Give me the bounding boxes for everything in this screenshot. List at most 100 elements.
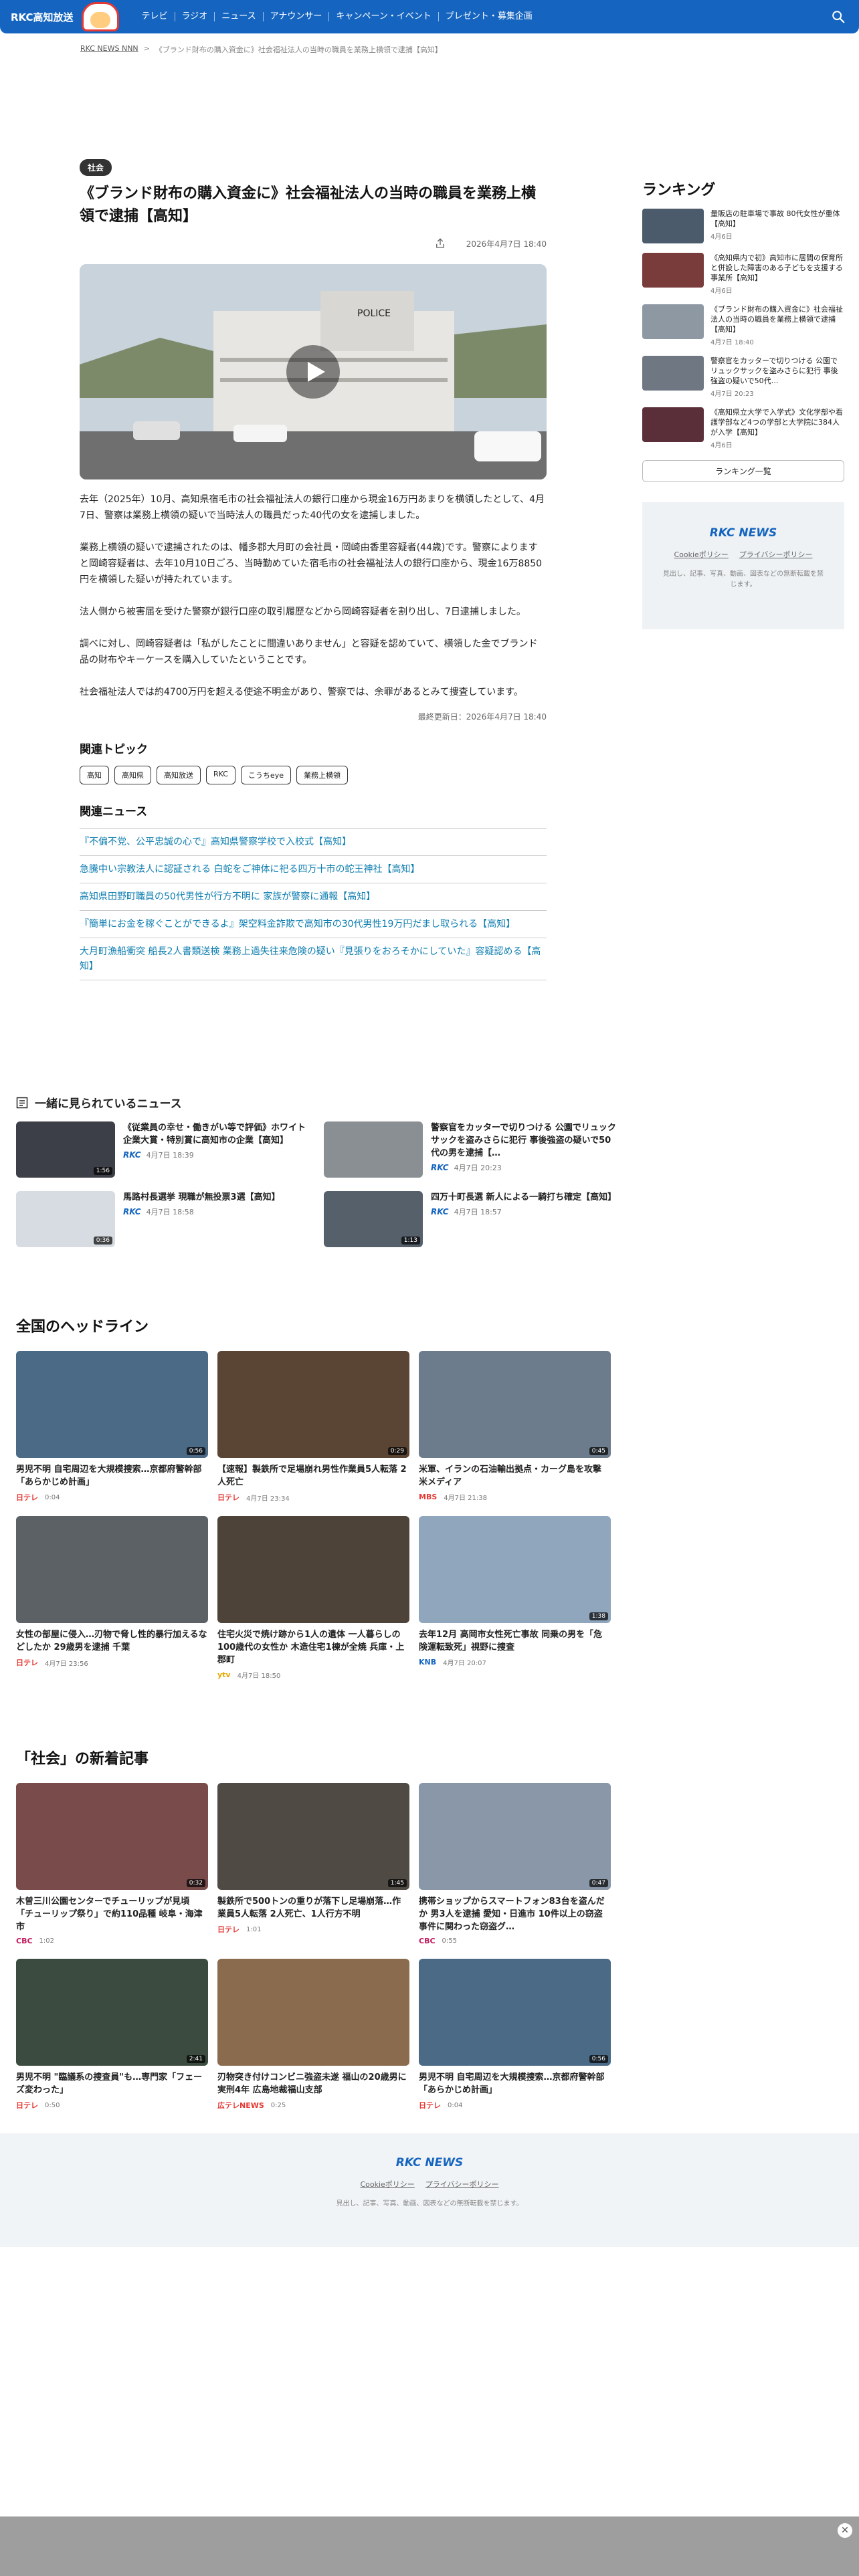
- ranking-item[interactable]: 《高知県内で初》高知市に居間の保育所と併設した障害のある子どもを支援する事業所【…: [642, 253, 844, 295]
- related-news-link[interactable]: 『簡単にお金を稼ぐことができるよ』架空料金詐欺で高知市の30代男性19万円だまし…: [80, 911, 547, 938]
- together-item[interactable]: 1:56 《従業員の幸せ・働きがい等で評価》ホワイト企業大賞・特別賞に高知市の企…: [16, 1121, 310, 1178]
- news-card[interactable]: 2:41 男児不明 "臨議系の捜査員"も…専門家「フェーズ変わった」 日テレ 0:50: [16, 1959, 208, 2111]
- paragraph: 業務上横領の疑いで逮捕されたのは、幡多郡大月町の会社員・岡崎由香里容疑者(44歳…: [80, 542, 543, 585]
- logo-text: RKC高知放送: [11, 11, 74, 23]
- nav-campaign[interactable]: キャンペーン・イベント: [329, 12, 439, 21]
- together-item[interactable]: 警察官をカッターで切りつける 公園でリュックサックを盗みさらに犯行 事後強盗の疑…: [324, 1121, 618, 1178]
- news-card[interactable]: 0:56 男児不明 自宅周辺を大規模捜索…京都府警幹部「あらかじめ計画」日テレ 0:…: [419, 1959, 611, 2111]
- paragraph: 法人側から被害届を受けた警察が銀行口座の取引履歴などから岡崎容疑者を割り出し、7…: [80, 607, 526, 617]
- cookie-policy-link[interactable]: Cookieポリシー: [360, 2179, 414, 2189]
- together-section: 一緒に見られているニュース 1:56 《従業員の幸せ・働きがい等で評価》ホワイト…: [16, 1094, 618, 1247]
- share-icon[interactable]: [434, 237, 446, 249]
- footer-policy-links: Cookieポリシー プライバシーポリシー: [0, 2179, 859, 2189]
- nav-news[interactable]: ニュース: [215, 12, 264, 21]
- search-icon[interactable]: [831, 9, 846, 24]
- news-card[interactable]: 女性の部屋に侵入…刃物で脅し性的暴行加えるなどしたか 29歳男を逮捕 千葉 日テレ…: [16, 1516, 208, 1680]
- together-item[interactable]: 0:36 馬路村長選挙 現職が無投票3選【高知】 RKC 4月7日 18:58: [16, 1191, 310, 1247]
- privacy-policy-link[interactable]: プライバシーポリシー: [425, 2179, 499, 2189]
- tag[interactable]: こうちeye: [240, 766, 291, 784]
- national-heading: 全国のヘッドライン: [16, 1319, 149, 1335]
- mascot-icon: [81, 2, 119, 31]
- source-logo: RKC: [431, 1163, 449, 1172]
- source-logo: 日テレ: [419, 2101, 441, 2110]
- ranking-item[interactable]: 《高知県立大学で入学式》文化学部や看護学部など4つの学部と大学院に384人が入学…: [642, 407, 844, 449]
- ranking-title: 量販店の駐車場で事故 80代女性が重体【高知】: [710, 209, 840, 228]
- card-thumbnail: [217, 1516, 409, 1623]
- related-news-link[interactable]: 高知県田野町職員の50代男性が行方不明に 家族が警察に通報【高知】: [80, 883, 547, 911]
- card-title: 製鉄所で500トンの重りが落下し足場崩落…作業員5人転落 2人死亡、1人行方不明: [217, 1897, 401, 1919]
- source-logo: CBC: [16, 1937, 33, 1945]
- news-card[interactable]: 1:45 製鉄所で500トンの重りが落下し足場崩落…作業員5人転落 2人死亡、1人…: [217, 1783, 409, 1945]
- source-logo: 日テレ: [217, 1493, 240, 1502]
- breadcrumb-current: 《ブランド財布の購入資金に》社会福祉法人の当時の職員を業務上横領で逮捕【高知】: [155, 45, 442, 54]
- social-cards: 0:32 木曽三川公園センターでチューリップが見頃 「チューリップ祭り」で約110…: [16, 1783, 611, 2111]
- social-articles: 「社会」の新着記事 0:32 木曽三川公園センターでチューリップが見頃 「チューリ…: [16, 1747, 611, 2111]
- nav-radio[interactable]: ラジオ: [175, 12, 215, 21]
- nav-present[interactable]: プレゼント・募集企画: [439, 12, 539, 21]
- paragraph: 調べに対し、岡崎容疑者は「私がしたことに間違いありません」と容疑を認めていて、横…: [80, 639, 538, 665]
- tag[interactable]: 高知: [80, 766, 109, 784]
- related-news-link[interactable]: 大月町漁船衝突 船長2人書類送検 業務上過失往来危険の疑い『見張りをおろそかにし…: [80, 938, 547, 980]
- source-logo: 広テレNEWS: [217, 2101, 264, 2110]
- ranking-item[interactable]: 《ブランド財布の購入資金に》社会福祉法人の当時の職員を業務上横領で逮捕【高知】 4…: [642, 304, 844, 346]
- video-duration: 0:29: [387, 1447, 407, 1455]
- news-card[interactable]: 0:32 木曽三川公園センターでチューリップが見頃 「チューリップ祭り」で約110…: [16, 1783, 208, 1945]
- news-list-icon: [16, 1097, 28, 1108]
- ranking-item[interactable]: 警察官をカッターで切りつける 公園でリュックサックを盗みさらに犯行 事後強盗の疑…: [642, 356, 844, 398]
- news-card[interactable]: 0:47 携帯ショップからスマートフォン83台を盗んだか 男3人を逮捕 愛知・日進…: [419, 1783, 611, 1945]
- news-card[interactable]: 1:38 去年12月 高岡市女性死亡事故 同乗の男を「危険運転致死」視野に捜査 KN…: [419, 1516, 611, 1680]
- source-logo: RKC: [123, 1150, 141, 1160]
- ranking-more-button[interactable]: ランキング一覧: [642, 460, 844, 482]
- article-body: 去年（2025年）10月、高知県宿毛市の社会福祉法人の銀行口座から現金16万円あ…: [80, 492, 547, 700]
- tag-list: 高知 高知県 高知放送 RKC こうちeye 業務上横領: [80, 766, 547, 784]
- breadcrumb-home[interactable]: RKC NEWS NNN: [80, 44, 138, 55]
- card-thumbnail: 0:29: [217, 1351, 409, 1458]
- card-title: 男児不明 "臨議系の捜査員"も…専門家「フェーズ変わった」: [16, 2072, 203, 2095]
- related-news-link[interactable]: 急騰中い宗教法人に認証される 白蛇をご神体に祀る四万十市の蛇王神社【高知】: [80, 856, 547, 883]
- ranking-item[interactable]: 量販店の駐車場で事故 80代女性が重体【高知】 4月6日: [642, 209, 844, 243]
- card-date: 0:04: [448, 2101, 463, 2109]
- news-card[interactable]: 住宅火災で焼け跡から1人の遺体 一人暮らしの100歳代の女性か 木造住宅1棟が全…: [217, 1516, 409, 1680]
- news-card[interactable]: 0:56 男児不明 自宅周辺を大規模捜索…京都府警幹部「あらかじめ計画」 日テレ 0:…: [16, 1351, 208, 1503]
- card-meta: 日テレ 4月7日 23:56: [16, 1657, 208, 1668]
- bottom-ad-banner[interactable]: ✕: [0, 2516, 859, 2576]
- article-video[interactable]: POLICE: [80, 264, 547, 479]
- related-news-link[interactable]: 『不偏不党、公平忠誠の心で』高知県警察学校で入校式【高知】: [80, 829, 547, 856]
- video-duration: 1:38: [589, 1612, 608, 1620]
- nav-announcer[interactable]: アナウンサー: [264, 12, 330, 21]
- news-card[interactable]: 0:45 米軍、イランの石油輸出拠点・カーグ島を攻撃 米メディア MBS 4月7日 2…: [419, 1351, 611, 1503]
- article: 社会 《ブランド財布の購入資金に》社会福祉法人の当時の職員を業務上横領で逮捕【高…: [80, 159, 547, 980]
- tag[interactable]: 業務上横領: [296, 766, 348, 784]
- rkc-news-logo[interactable]: RKC NEWS: [662, 526, 824, 540]
- news-card[interactable]: 0:29 【速報】製鉄所で足場崩れ男性作業員5人転落 2人死亡 日テレ 4月7日 23…: [217, 1351, 409, 1503]
- video-duration: 0:56: [589, 2055, 608, 2063]
- card-title: 刃物突き付けコンビニ強盗未遂 福山の20歳男に実刑4年 広島地裁福山支部: [217, 2072, 407, 2095]
- card-title: 男児不明 自宅周辺を大規模捜索…京都府警幹部「あらかじめ計画」: [419, 2072, 605, 2095]
- national-headlines: 全国のヘッドライン 0:56 男児不明 自宅周辺を大規模捜索…京都府警幹部「あらか…: [16, 1315, 611, 1680]
- nav-tv[interactable]: テレビ: [135, 12, 175, 21]
- national-cards: 0:56 男児不明 自宅周辺を大規模捜索…京都府警幹部「あらかじめ計画」 日テレ 0:…: [16, 1351, 611, 1680]
- site-logo[interactable]: RKC高知放送: [11, 2, 119, 31]
- article-title: 《ブランド財布の購入資金に》社会福祉法人の当時の職員を業務上横領で逮捕【高知】: [80, 185, 537, 225]
- tag[interactable]: 高知放送: [157, 766, 201, 784]
- ranking-heading: ランキング: [642, 182, 716, 199]
- close-icon[interactable]: ✕: [838, 2523, 852, 2538]
- footer-copyright: 見出し、記事、写真、動画、図表などの無断転載を禁じます。: [336, 2200, 523, 2208]
- card-thumbnail: 2:41: [16, 1959, 208, 2066]
- card-date: 0:55: [442, 1937, 457, 1945]
- together-date: 4月7日 20:23: [454, 1164, 502, 1172]
- card-meta: 日テレ 0:04: [419, 2100, 611, 2111]
- tag[interactable]: 高知県: [114, 766, 151, 784]
- category-badge[interactable]: 社会: [80, 159, 112, 176]
- together-item[interactable]: 1:13 四万十町長選 新人による一騎打ち確定【高知】 RKC 4月7日 18:5…: [324, 1191, 618, 1247]
- ranking-title: 警察官をカッターで切りつける 公園でリュックサックを盗みさらに犯行 事後強盗の疑…: [710, 356, 838, 385]
- card-thumbnail: [16, 1516, 208, 1623]
- tag[interactable]: RKC: [206, 766, 235, 784]
- cookie-policy-link[interactable]: Cookieポリシー: [674, 549, 728, 560]
- news-card[interactable]: 刃物突き付けコンビニ強盗未遂 福山の20歳男に実刑4年 広島地裁福山支部広テレN…: [217, 1959, 409, 2111]
- privacy-policy-link[interactable]: プライバシーポリシー: [739, 549, 813, 560]
- footer-logo[interactable]: RKC NEWS: [0, 2156, 859, 2169]
- play-button[interactable]: [286, 345, 340, 399]
- ranking-thumbnail: [642, 209, 704, 243]
- card-date: 4月7日 18:50: [237, 1673, 281, 1680]
